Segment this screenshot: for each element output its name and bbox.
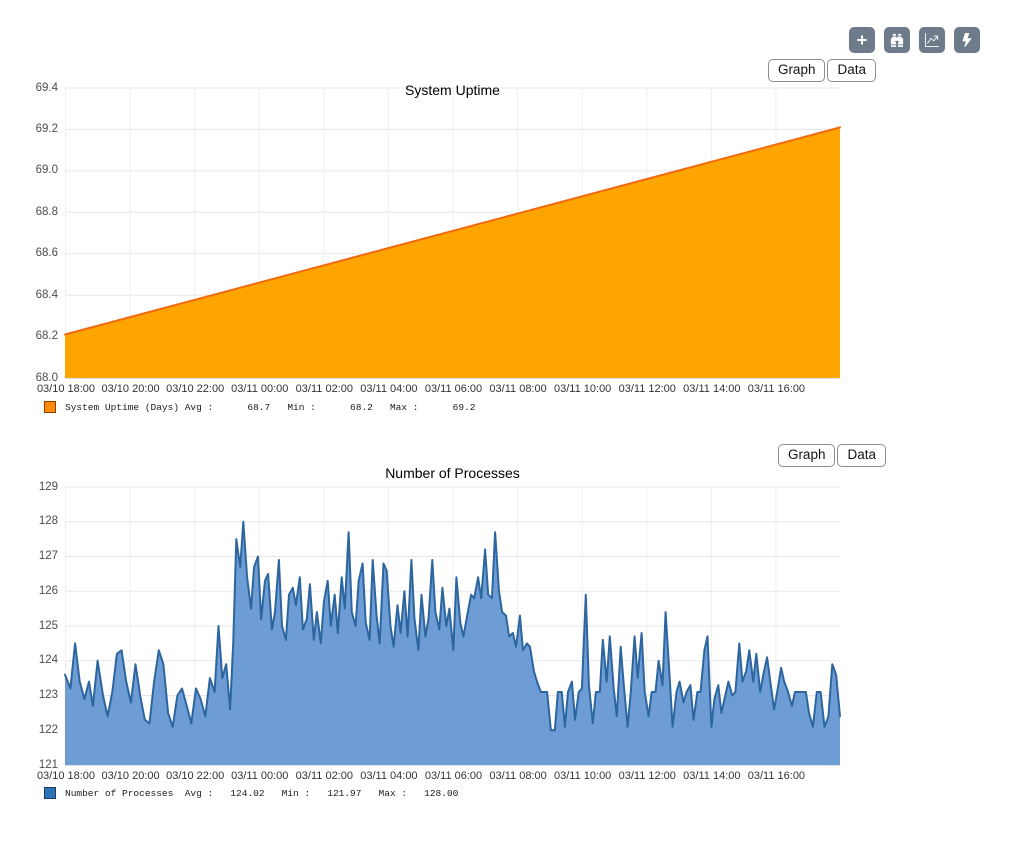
- x-tick-label: 03/11 06:00: [425, 383, 482, 395]
- y-tick-label: 123: [20, 689, 58, 701]
- y-tick-label: 121: [20, 759, 58, 771]
- processes-area-plot: [65, 487, 840, 766]
- y-tick-label: 68.0: [20, 372, 58, 384]
- y-tick-label: 128: [20, 515, 58, 527]
- tab-data[interactable]: Data: [837, 444, 886, 467]
- y-tick-label: 68.6: [20, 247, 58, 259]
- toolbar: [849, 27, 980, 53]
- uptime-legend-swatch: [44, 401, 56, 413]
- x-tick-label: 03/10 22:00: [166, 770, 224, 782]
- x-tick-label: 03/10 20:00: [102, 770, 160, 782]
- tab-data[interactable]: Data: [827, 59, 876, 82]
- x-tick-label: 03/11 14:00: [683, 770, 740, 782]
- y-tick-label: 125: [20, 620, 58, 632]
- x-tick-label: 03/11 04:00: [360, 770, 417, 782]
- binoculars-button[interactable]: [884, 27, 910, 53]
- y-tick-label: 68.4: [20, 289, 58, 301]
- plus-button[interactable]: [849, 27, 875, 53]
- x-tick-label: 03/11 00:00: [231, 383, 288, 395]
- tab-graph[interactable]: Graph: [778, 444, 836, 467]
- uptime-legend: System Uptime (Days) Avg : 68.7 Min : 68…: [44, 401, 475, 413]
- y-tick-label: 68.2: [20, 330, 58, 342]
- dashboard-page: Graph Data System Uptime 69.4 69.2 69.0 68.…: [0, 0, 1010, 856]
- lightning-button[interactable]: [954, 27, 980, 53]
- x-tick-label: 03/11 02:00: [296, 383, 353, 395]
- lightning-icon: [960, 33, 974, 47]
- processes-legend-text: Number of Processes Avg : 124.02 Min : 1…: [65, 788, 458, 799]
- processes-x-axis: 03/10 18:0003/10 20:0003/10 22:0003/11 0…: [65, 770, 840, 784]
- x-tick-label: 03/11 02:00: [296, 770, 353, 782]
- y-tick-label: 124: [20, 654, 58, 666]
- processes-tabs: Graph Data: [778, 444, 886, 467]
- plus-icon: [855, 33, 869, 47]
- x-tick-label: 03/11 16:00: [748, 383, 805, 395]
- x-tick-label: 03/11 12:00: [619, 383, 676, 395]
- uptime-area-plot: [65, 88, 840, 379]
- graph-up-arrow-icon: [925, 33, 939, 47]
- y-tick-label: 122: [20, 724, 58, 736]
- x-tick-label: 03/11 10:00: [554, 770, 611, 782]
- x-tick-label: 03/10 22:00: [166, 383, 224, 395]
- y-tick-label: 129: [20, 481, 58, 493]
- x-tick-label: 03/11 00:00: [231, 770, 288, 782]
- y-tick-label: 127: [20, 550, 58, 562]
- processes-legend: Number of Processes Avg : 124.02 Min : 1…: [44, 787, 458, 799]
- y-tick-label: 69.0: [20, 164, 58, 176]
- y-tick-label: 69.2: [20, 123, 58, 135]
- x-tick-label: 03/11 10:00: [554, 383, 611, 395]
- x-tick-label: 03/11 06:00: [425, 770, 482, 782]
- y-tick-label: 69.4: [20, 82, 58, 94]
- x-tick-label: 03/11 04:00: [360, 383, 417, 395]
- processes-legend-swatch: [44, 787, 56, 799]
- uptime-legend-text: System Uptime (Days) Avg : 68.7 Min : 68…: [65, 402, 475, 413]
- x-tick-label: 03/10 20:00: [102, 383, 160, 395]
- x-tick-label: 03/10 18:00: [37, 770, 95, 782]
- tab-graph[interactable]: Graph: [768, 59, 826, 82]
- y-tick-label: 126: [20, 585, 58, 597]
- uptime-chart-title: System Uptime: [65, 82, 840, 98]
- uptime-x-axis: 03/10 18:0003/10 20:0003/10 22:0003/11 0…: [65, 383, 840, 397]
- processes-chart-title: Number of Processes: [65, 465, 840, 481]
- binoculars-icon: [890, 33, 904, 47]
- x-tick-label: 03/11 16:00: [748, 770, 805, 782]
- x-tick-label: 03/11 12:00: [619, 770, 676, 782]
- uptime-tabs: Graph Data: [768, 59, 876, 82]
- x-tick-label: 03/11 14:00: [683, 383, 740, 395]
- x-tick-label: 03/11 08:00: [489, 770, 546, 782]
- x-tick-label: 03/10 18:00: [37, 383, 95, 395]
- graph-button[interactable]: [919, 27, 945, 53]
- x-tick-label: 03/11 08:00: [489, 383, 546, 395]
- y-tick-label: 68.8: [20, 206, 58, 218]
